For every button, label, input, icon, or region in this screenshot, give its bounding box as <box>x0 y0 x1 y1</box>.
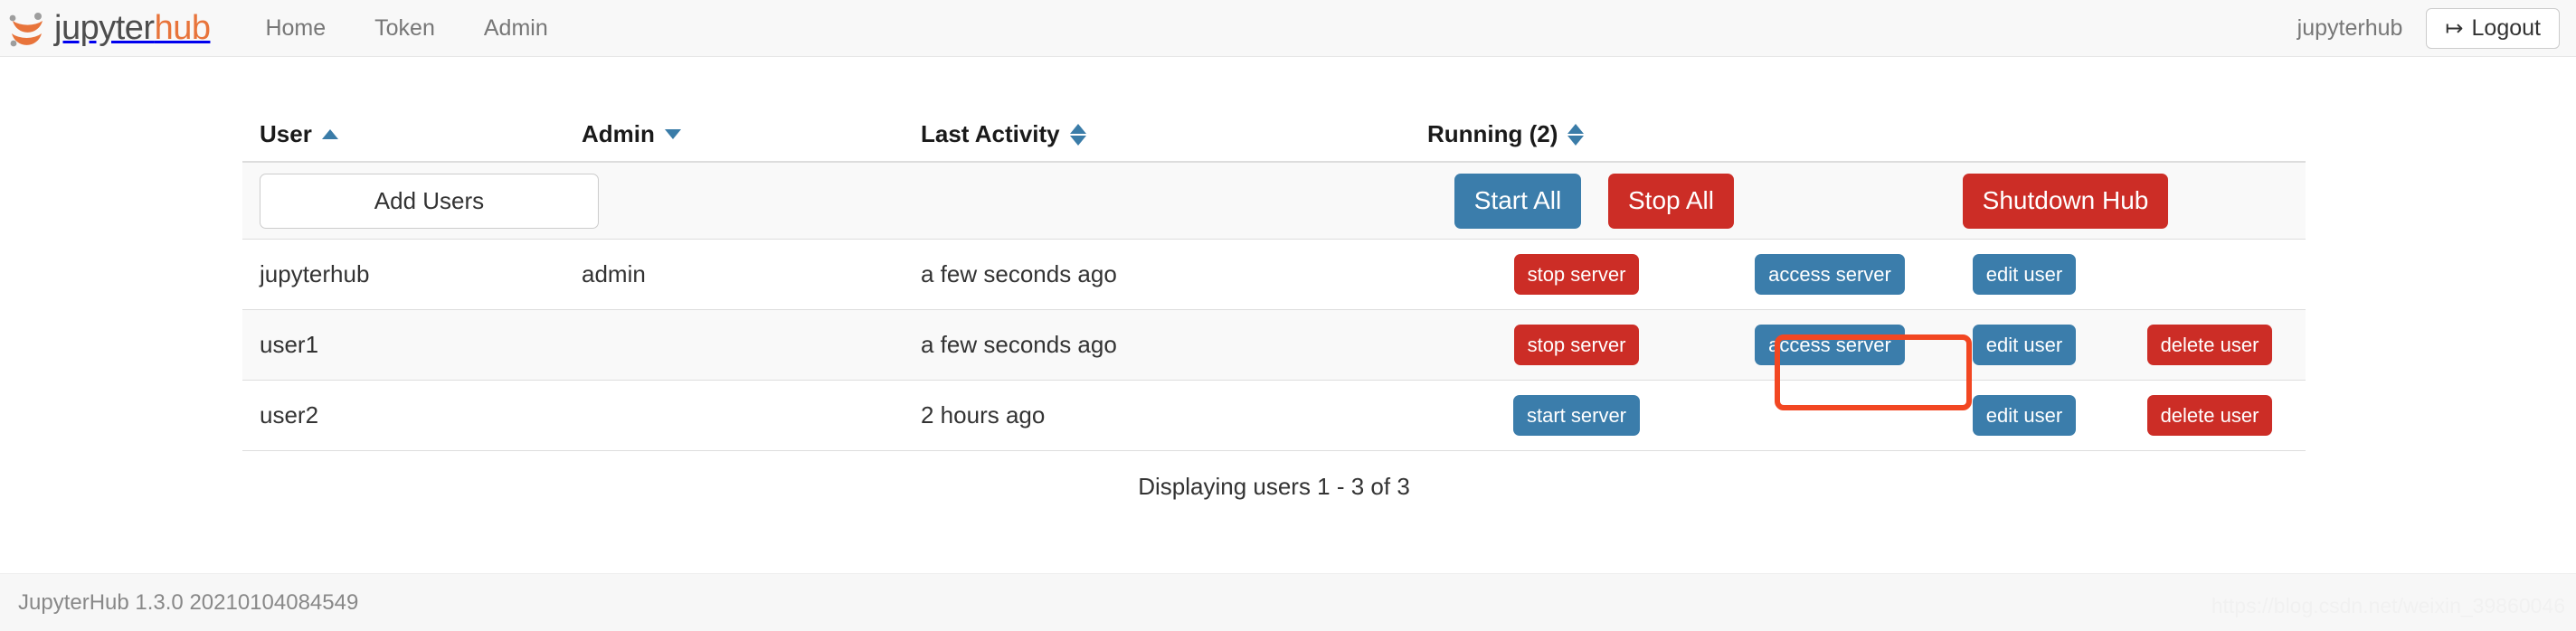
table-row: user1 a few seconds ago stop server acce… <box>242 310 2306 381</box>
page-root: jupyterhub Home Token Admin jupyterhub ↦… <box>0 0 2576 631</box>
access-server-slot: access server <box>1726 325 1934 365</box>
edit-user-button[interactable]: edit user <box>1972 254 2077 295</box>
th-user-label: User <box>260 120 312 147</box>
th-admin-label: Admin <box>582 120 655 147</box>
toolbar-add-users-cell: Add Users <box>242 173 599 229</box>
shutdown-hub-slot: Shutdown Hub <box>1825 173 2306 229</box>
logout-button[interactable]: ↦ Logout <box>2426 8 2560 49</box>
row-user-name: user1 <box>260 331 319 358</box>
watermark-label: https://blog.csdn.net/weixin_39860046 <box>2211 594 2565 617</box>
edit-user-button[interactable]: edit user <box>1972 325 2077 365</box>
admin-users-table: User Admin Last Activity Running (2) Add… <box>242 107 2306 451</box>
start-all-button[interactable]: Start All <box>1454 173 1582 229</box>
logout-button-label: Logout <box>2471 15 2541 41</box>
row-last-activity: a few seconds ago <box>921 331 1117 358</box>
row-actions: start server edit user delete user <box>1427 395 2306 436</box>
row-actions: stop server access server edit user dele… <box>1427 325 2306 365</box>
row-user-name: jupyterhub <box>260 260 370 287</box>
brand-link[interactable]: jupyterhub <box>7 7 211 49</box>
stop-all-slot: Stop All <box>1608 173 1825 229</box>
row-admin-flag: admin <box>582 260 646 287</box>
table-row: user2 2 hours ago start server edit user… <box>242 381 2306 451</box>
server-toggle-slot: start server <box>1427 395 1726 436</box>
th-admin[interactable]: Admin <box>582 120 921 161</box>
access-server-button[interactable]: access server <box>1755 254 1905 295</box>
row-last-activity: a few seconds ago <box>921 260 1117 287</box>
brand-text-jupyter: jupyter <box>54 9 155 47</box>
table-toolbar-row: Add Users Start All Stop All Shutdown Hu… <box>242 163 2306 240</box>
delete-user-button[interactable]: delete user <box>2146 395 2273 436</box>
table-header-row: User Admin Last Activity Running (2) <box>242 107 2306 163</box>
shutdown-hub-button[interactable]: Shutdown Hub <box>1962 173 2169 229</box>
th-running[interactable]: Running (2) <box>1427 120 2306 161</box>
navbar-right: jupyterhub ↦ Logout <box>2297 0 2560 57</box>
row-user-name: user2 <box>260 401 319 429</box>
navbar: jupyterhub Home Token Admin jupyterhub ↦… <box>0 0 2576 57</box>
th-running-label: Running (2) <box>1427 120 1558 147</box>
sign-out-icon: ↦ <box>2445 15 2464 41</box>
jupyter-logo-icon <box>7 7 49 49</box>
stop-all-button[interactable]: Stop All <box>1608 173 1734 229</box>
delete-user-slot: delete user <box>2115 325 2305 365</box>
brand-text: jupyterhub <box>54 9 211 47</box>
nav-link-token[interactable]: Token <box>350 0 459 57</box>
edit-user-slot: edit user <box>1934 254 2115 295</box>
row-last-activity: 2 hours ago <box>921 401 1046 429</box>
table-row: jupyterhub admin a few seconds ago stop … <box>242 240 2306 310</box>
current-user-label: jupyterhub <box>2297 15 2403 41</box>
edit-user-slot: edit user <box>1934 325 2115 365</box>
sort-asc-icon[interactable] <box>321 129 338 139</box>
server-toggle-slot: stop server <box>1427 325 1726 365</box>
th-last-activity[interactable]: Last Activity <box>921 120 1427 161</box>
edit-user-slot: edit user <box>1934 395 2115 436</box>
footer: JupyterHub 1.3.0 20210104084549 <box>0 573 2576 631</box>
start-all-slot: Start All <box>1427 173 1608 229</box>
row-actions: stop server access server edit user <box>1427 254 2306 295</box>
add-users-button[interactable]: Add Users <box>260 173 599 229</box>
brand-text-hub: hub <box>154 9 211 47</box>
nav-link-admin[interactable]: Admin <box>459 0 573 57</box>
server-toggle-slot: stop server <box>1427 254 1726 295</box>
edit-user-button[interactable]: edit user <box>1972 395 2077 436</box>
th-last-activity-label: Last Activity <box>921 120 1060 147</box>
nav-link-home[interactable]: Home <box>241 0 350 57</box>
access-server-button[interactable]: access server <box>1755 325 1905 365</box>
nav-links: Home Token Admin <box>241 0 572 57</box>
sort-both-icon[interactable] <box>1567 123 1585 146</box>
delete-user-slot: delete user <box>2115 395 2305 436</box>
start-server-button[interactable]: start server <box>1512 395 1641 436</box>
displaying-users-label: Displaying users 1 - 3 of 3 <box>1138 473 1410 500</box>
access-server-slot: access server <box>1726 254 1934 295</box>
sort-both-icon[interactable] <box>1069 123 1086 146</box>
stop-server-button[interactable]: stop server <box>1513 325 1640 365</box>
delete-user-button[interactable]: delete user <box>2146 325 2273 365</box>
toolbar-actions-cell: Start All Stop All Shutdown Hub <box>1427 173 2306 229</box>
sort-desc-icon[interactable] <box>664 129 681 139</box>
stop-server-button[interactable]: stop server <box>1513 254 1640 295</box>
footer-version-label: JupyterHub 1.3.0 20210104084549 <box>18 589 359 615</box>
th-user[interactable]: User <box>242 120 582 161</box>
